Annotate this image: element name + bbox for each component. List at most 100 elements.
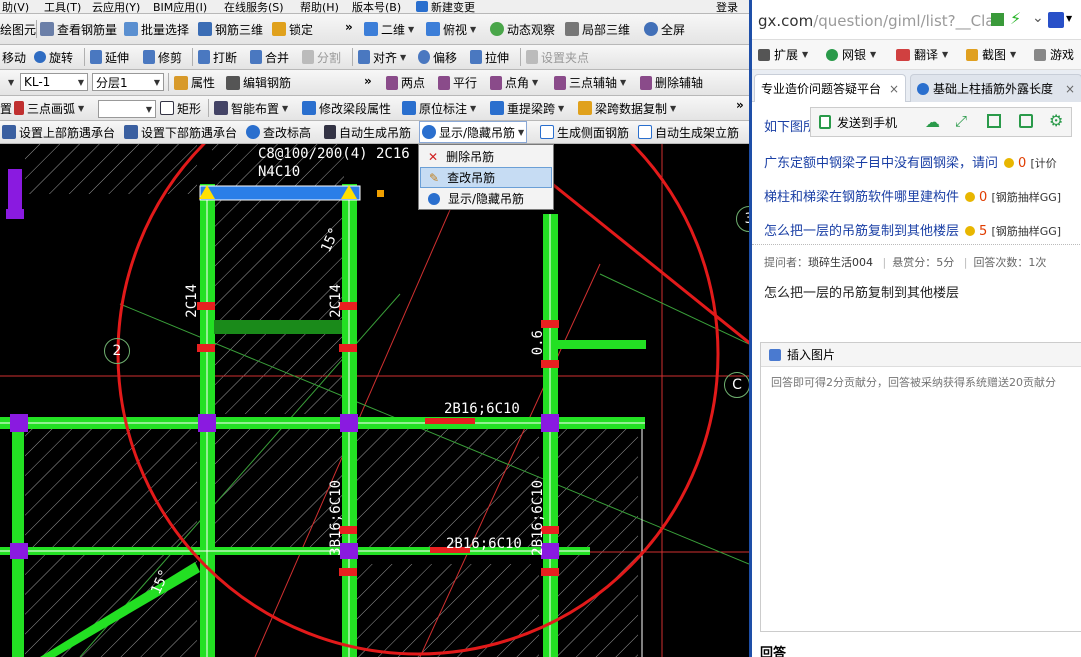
properties-button[interactable]: 属性 — [174, 70, 215, 95]
align-button[interactable]: 对齐 ▼ — [358, 45, 406, 69]
delete-axis-button[interactable]: 删除辅轴 — [640, 70, 703, 95]
menu-item-toggle-hanger[interactable]: 显示/隐藏吊筋 — [420, 188, 552, 209]
parallel-icon — [438, 75, 450, 90]
question-item[interactable]: 广东定额中钢梁子目中没有圆钢梁，请问 0 [计价 — [764, 152, 1057, 171]
menu-online[interactable]: 在线服务(S) — [224, 0, 284, 14]
parallel-axis-button[interactable]: 平行 — [438, 70, 477, 95]
menu-tools[interactable]: 工具(T) — [44, 0, 81, 14]
draw-element-button[interactable]: 绘图元 — [0, 14, 36, 44]
expand-icon[interactable]: ⤢ — [955, 112, 967, 130]
2d-view-button[interactable]: 二维 ▼ — [364, 14, 414, 44]
tab-qa-platform[interactable]: 专业造价问题答疑平台 × — [754, 74, 906, 102]
smart-place-button[interactable]: 智能布置 ▼ — [214, 96, 288, 120]
batch-select-button[interactable]: 批量选择 — [124, 14, 189, 44]
share-icon[interactable] — [1019, 114, 1033, 128]
reextract-span-button[interactable]: 重提梁跨 ▼ — [490, 96, 564, 120]
offset-button[interactable]: 偏移 — [418, 45, 457, 69]
view-rebar-qty-button[interactable]: 查看钢筋量 — [40, 14, 117, 44]
dropdown-arrow-icon[interactable]: ▼ — [1066, 14, 1072, 23]
trim-icon — [143, 50, 155, 64]
gen-side-rebar-button[interactable]: 生成侧面钢筋 — [540, 121, 629, 143]
lock-button[interactable]: 锁定 — [272, 14, 313, 44]
close-icon[interactable]: × — [1065, 82, 1075, 96]
settings-icon[interactable]: ⚙ — [1049, 111, 1063, 130]
rectangle-button[interactable]: 矩形 — [160, 96, 201, 120]
three-point-arc-button[interactable]: 三点画弧 ▼ — [14, 96, 84, 120]
edit-rebar-button[interactable]: 编辑钢筋 — [226, 70, 291, 95]
menu-item-edit-hanger[interactable]: ✎ 查改吊筋 — [420, 167, 552, 188]
qr-icon[interactable] — [991, 13, 1004, 26]
rotate-button[interactable]: 旋转 — [34, 45, 73, 69]
auto-gen-hanger-button[interactable]: 自动生成吊筋 — [324, 121, 411, 143]
chevron-more-icon[interactable]: » — [345, 20, 353, 34]
layer-combo[interactable]: 分层1 ▼ — [92, 73, 164, 91]
copy-span-data-button[interactable]: 梁跨数据复制 ▼ — [578, 96, 676, 120]
move-button[interactable]: 移动 — [2, 45, 26, 69]
games-button[interactable]: 游戏 — [1034, 46, 1074, 63]
smart-place-icon — [214, 101, 228, 115]
top-view-button[interactable]: 俯视 ▼ — [426, 14, 476, 44]
insert-image-button[interactable]: 插入图片 — [761, 343, 1081, 367]
menu-cloud[interactable]: 云应用(Y) — [92, 0, 140, 14]
url-text[interactable]: gx.com/question/giml/list?__Clas — [758, 12, 1002, 30]
question-item[interactable]: 怎么把一层的吊筋复制到其他楼层 5 [钢筋抽样GG] — [764, 220, 1061, 239]
three-point-axis-button[interactable]: 三点辅轴 ▼ — [554, 70, 626, 95]
two-point-axis-button[interactable]: 两点 — [386, 70, 425, 95]
tab-column-rebar[interactable]: 基础上柱插筋外露长度 × — [910, 74, 1081, 102]
cloud-icon[interactable]: ☁ — [925, 113, 940, 131]
fullscreen-button[interactable]: 全屏 — [644, 14, 685, 44]
extensions-button[interactable]: 扩展 ▼ — [758, 46, 808, 63]
menu-new-change[interactable]: 新建变更 — [416, 0, 475, 13]
beam-annotation: N4C10 — [258, 164, 301, 180]
menu-view[interactable]: 助(V) — [2, 0, 29, 14]
menu-item-delete-hanger[interactable]: ✕ 删除吊筋 — [420, 146, 552, 167]
save-icon[interactable] — [987, 114, 1001, 128]
online-bank-button[interactable]: 网银 ▼ — [826, 46, 876, 63]
browser-window: gx.com/question/giml/list?__Clas ⚡ ⌄ ▼ 扩… — [749, 0, 1081, 657]
menu-bim[interactable]: BIM应用(I) — [153, 0, 207, 14]
merge-button[interactable]: 合并 — [250, 45, 289, 69]
drawing-canvas[interactable]: C8@100/200(4) 2C16 N4C10 2C14 2C14 2B16;… — [0, 52, 749, 657]
rebar-3d-button[interactable]: 钢筋三维 — [198, 14, 263, 44]
lightning-icon[interactable]: ⚡ — [1010, 9, 1021, 28]
break-button[interactable]: 打断 — [198, 45, 237, 69]
auto-gen-erection-button[interactable]: 自动生成架立筋 — [638, 121, 739, 143]
chevron-down-icon[interactable]: ⌄ — [1032, 10, 1044, 26]
chevron-more-icon[interactable]: » — [736, 98, 744, 112]
translate-button[interactable]: 翻译 ▼ — [896, 46, 948, 63]
chevron-more-icon[interactable]: » — [364, 74, 372, 88]
check-elevation-button[interactable]: 查改标高 — [246, 121, 311, 143]
menu-login[interactable]: 登录 — [716, 0, 738, 14]
partial-link[interactable]: 如下图所 — [764, 116, 816, 135]
send-to-phone-button[interactable]: 发送到手机 — [811, 114, 897, 131]
close-icon[interactable]: × — [889, 82, 899, 96]
set-bottom-rebar-button[interactable]: 设置下部筋遇承台 — [124, 121, 237, 143]
menu-bar: 助(V) 工具(T) 云应用(Y) BIM应用(I) 在线服务(S) 帮助(H)… — [0, 0, 749, 14]
toolbar-beam: 置 三点画弧 ▼ ▼ 矩形 智能布置 ▼ 修改梁段属性 原位标注 ▼ 重提梁跨 ▼ 梁跨… — [0, 96, 749, 121]
menu-help[interactable]: 帮助(H) — [300, 0, 339, 14]
address-bar[interactable]: gx.com/question/giml/list?__Clas ⚡ ⌄ ▼ — [752, 0, 1081, 40]
local-3d-icon — [565, 22, 579, 36]
modify-span-props-button[interactable]: 修改梁段属性 — [302, 96, 391, 120]
trim-button[interactable]: 修剪 — [143, 45, 182, 69]
stretch-button[interactable]: 拉伸 — [470, 45, 509, 69]
local-3d-button[interactable]: 局部三维 — [565, 14, 630, 44]
toggle-hanger-button[interactable]: 显示/隐藏吊筋 ▼ — [419, 121, 528, 143]
answer-textarea[interactable] — [761, 368, 1081, 630]
element-combo[interactable]: KL-1 ▼ — [20, 73, 88, 91]
point-angle-button[interactable]: 点角 ▼ — [490, 70, 538, 95]
menu-version[interactable]: 版本号(B) — [352, 0, 401, 14]
edit-hanger-icon: ✎ — [429, 170, 440, 185]
fullscreen-icon — [644, 22, 658, 36]
merge-icon — [250, 50, 262, 64]
shape-combo[interactable]: ▼ — [98, 100, 156, 118]
question-item[interactable]: 梯柱和梯梁在钢筋软件哪里建构件 0 [钢筋抽样GG] — [764, 186, 1061, 205]
split-button[interactable]: 分割 — [302, 45, 341, 69]
extend-button[interactable]: 延伸 — [90, 45, 129, 69]
in-place-annotation-button[interactable]: 原位标注 ▼ — [402, 96, 476, 120]
search-engine-icon[interactable] — [1048, 12, 1064, 28]
screenshot-button[interactable]: 截图 ▼ — [966, 46, 1016, 63]
dynamic-view-button[interactable]: 动态观察 — [490, 14, 555, 44]
set-grip-button[interactable]: 设置夹点 — [526, 45, 589, 69]
set-top-rebar-button[interactable]: 设置上部筋遇承台 — [2, 121, 115, 143]
